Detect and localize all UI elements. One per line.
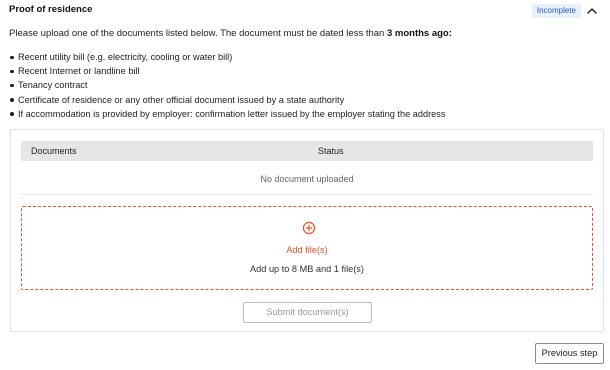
table-row: No document uploaded bbox=[21, 161, 593, 195]
previous-step-button[interactable]: Previous step bbox=[535, 343, 604, 364]
chevron-up-icon[interactable] bbox=[585, 3, 599, 19]
column-header-documents: Documents bbox=[31, 146, 77, 156]
empty-state-text: No document uploaded bbox=[260, 174, 354, 184]
upload-limit-hint: Add up to 8 MB and 1 file(s) bbox=[250, 264, 364, 274]
status-badge: Incomplete bbox=[531, 4, 581, 18]
column-header-status: Status bbox=[318, 146, 344, 156]
instructions-deadline: 3 months ago: bbox=[386, 28, 452, 39]
add-circle-icon[interactable] bbox=[302, 221, 316, 235]
file-dropzone[interactable]: Add file(s) Add up to 8 MB and 1 file(s) bbox=[21, 206, 593, 290]
upload-panel: Documents Status No document uploaded Ad… bbox=[10, 129, 604, 332]
list-item: If accommodation is provided by employer… bbox=[9, 107, 445, 121]
section-title: Proof of residence bbox=[9, 4, 93, 15]
list-item: Recent utility bill (e.g. electricity, c… bbox=[9, 50, 445, 64]
instructions-text: Please upload one of the documents liste… bbox=[9, 28, 452, 39]
accepted-documents-list: Recent utility bill (e.g. electricity, c… bbox=[9, 50, 445, 121]
section-header[interactable]: Proof of residence Incomplete bbox=[9, 3, 603, 19]
list-item: Tenancy contract bbox=[9, 78, 445, 92]
list-item: Certificate of residence or any other of… bbox=[9, 93, 445, 107]
list-item: Recent Internet or landline bill bbox=[9, 64, 445, 78]
add-files-link[interactable]: Add file(s) bbox=[22, 245, 592, 255]
submit-documents-button[interactable]: Submit document(s) bbox=[243, 302, 372, 323]
documents-table-header: Documents Status bbox=[21, 141, 593, 161]
